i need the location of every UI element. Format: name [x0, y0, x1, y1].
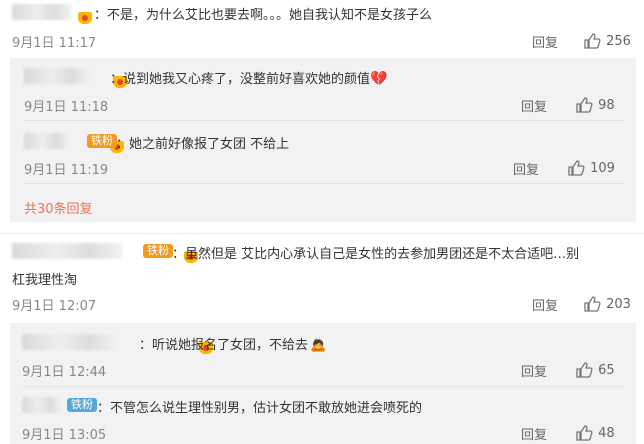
reply-button[interactable]: 回复 — [532, 32, 558, 51]
comment-text-continued: 杠我理性淘 — [12, 273, 78, 288]
like-button[interactable]: 65 — [575, 359, 615, 379]
thumbs-up-icon — [576, 424, 593, 441]
username-blurred[interactable] — [22, 397, 62, 413]
comment-text: ：虽然但是 艾比内心承认自己是女性的去参加男团还是不太合适吧…别 — [172, 247, 580, 262]
thumbs-up-icon — [584, 295, 601, 312]
reply-button[interactable]: 回复 — [513, 159, 539, 178]
reply-button[interactable]: 回复 — [521, 361, 547, 380]
like-button[interactable]: 256 — [583, 30, 631, 50]
like-count: 256 — [606, 34, 631, 49]
comment-time: 9月1日 11:17 — [12, 36, 97, 51]
like-count: 65 — [598, 363, 615, 378]
like-count: 109 — [590, 161, 615, 176]
username-blurred[interactable] — [12, 243, 122, 259]
person-emoji-icon: 🙇 — [310, 338, 327, 353]
comment-text: ：不是，为什么艾比也要去啊。。。她自我认知不是女孩子么 — [94, 8, 433, 23]
divider — [24, 183, 624, 184]
fan-badge: 铁粉 — [67, 398, 97, 412]
thumbs-up-icon — [568, 159, 585, 176]
more-replies-link[interactable]: 共30条回复 — [24, 198, 93, 217]
username-blurred[interactable] — [24, 68, 92, 84]
like-button[interactable]: 109 — [567, 157, 615, 177]
thumbs-up-icon — [576, 361, 593, 378]
reply-time: 9月1日 11:19 — [24, 163, 109, 178]
like-count: 98 — [598, 98, 615, 113]
reply-time: 9月1日 12:44 — [22, 365, 107, 380]
reply-text: ：听说她报名了女团，不给去 🙇 — [139, 338, 327, 353]
reply-button[interactable]: 回复 — [532, 295, 558, 314]
like-button[interactable]: 48 — [575, 422, 615, 442]
fan-badge: 铁粉 — [87, 134, 117, 148]
like-count: 48 — [598, 426, 615, 441]
fan-badge: 铁粉 — [143, 244, 173, 258]
broken-heart-icon: 💔 — [370, 71, 388, 87]
like-button[interactable]: 203 — [583, 293, 631, 313]
username-blurred[interactable] — [22, 334, 118, 350]
reply-text: ：她之前好像报了女团 不给上 — [116, 137, 290, 152]
reply-time: 9月1日 13:05 — [22, 428, 107, 443]
thumbs-up-icon — [584, 32, 601, 49]
divider — [22, 386, 624, 387]
reply-button[interactable]: 回复 — [521, 96, 547, 115]
divider — [0, 233, 644, 234]
vip-crown-icon — [78, 11, 92, 24]
reply-text: ：说到她我又心疼了，没整前好喜欢她的颜值💔 — [110, 71, 388, 87]
divider — [24, 120, 624, 121]
username-blurred[interactable] — [24, 133, 70, 149]
reply-button[interactable]: 回复 — [521, 424, 547, 443]
reply-text: ：不管怎么说生理性别男，估计女团不敢放她进会喷死的 — [97, 401, 423, 416]
thumbs-up-icon — [576, 96, 593, 113]
like-count: 203 — [606, 297, 631, 312]
comment-time: 9月1日 12:07 — [12, 299, 97, 314]
reply-time: 9月1日 11:18 — [24, 100, 109, 115]
username-blurred[interactable] — [12, 4, 72, 20]
like-button[interactable]: 98 — [575, 94, 615, 114]
comment-thread: ：不是，为什么艾比也要去啊。。。她自我认知不是女孩子么 9月1日 11:17 回… — [0, 0, 644, 444]
